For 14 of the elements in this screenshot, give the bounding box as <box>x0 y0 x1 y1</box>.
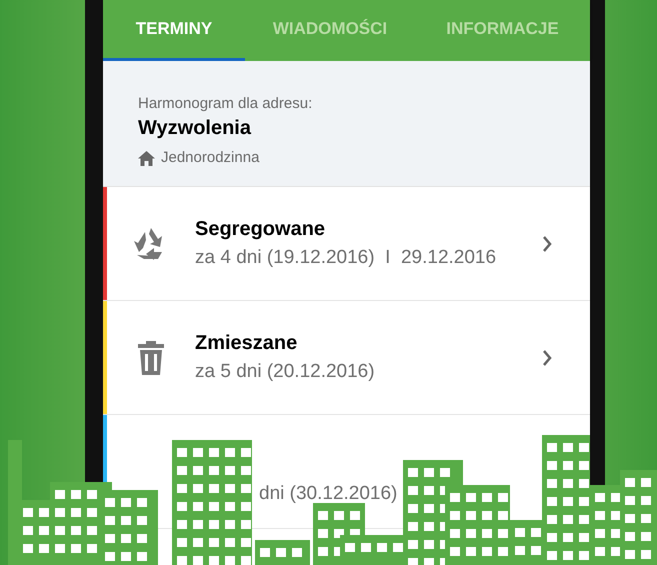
waste-type-title: Zmieszane <box>195 330 298 356</box>
pickup-dates: dni (30.12.2016) <box>259 482 398 506</box>
waste-type-title: Segregowane <box>195 216 326 242</box>
home-icon <box>138 150 155 166</box>
pickup-dates: za 4 dni (19.12.2016) I 29.12.2016 <box>195 246 498 270</box>
tab[interactable]: INFORMACJE <box>415 0 590 61</box>
chevron-right-icon[interactable] <box>542 236 552 252</box>
trash-bin-icon <box>138 340 164 374</box>
chevron-right-icon[interactable] <box>542 350 552 366</box>
tab[interactable]: WIADOMOŚCI <box>245 0 415 61</box>
building-type: Jednorodzinna <box>161 148 260 168</box>
street-name: Wyzwolenia <box>138 116 252 141</box>
address-caption: Harmonogram dla adresu: <box>138 94 314 114</box>
pickup-dates: za 5 dni (20.12.2016) <box>195 360 376 384</box>
